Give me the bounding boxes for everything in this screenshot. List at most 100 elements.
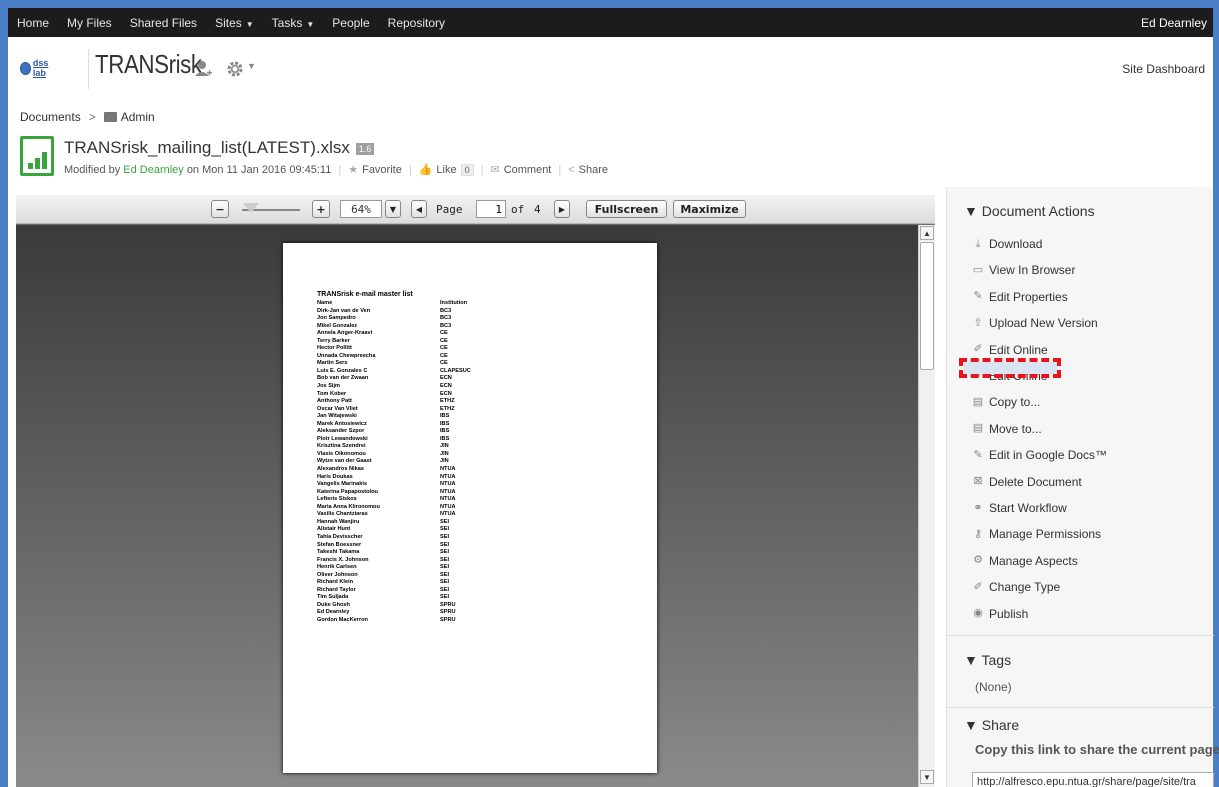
table-row: Vangelis Marinakis NTUA [317,481,471,489]
zoom-in-button[interactable]: + [312,200,330,218]
document-actions-heading[interactable]: ▼ Document Actions [964,203,1095,219]
modifier-link[interactable]: Ed Dearnley [123,164,184,176]
cell-institution: CE [440,345,448,352]
breadcrumb-documents[interactable]: Documents [20,110,81,124]
viewer-canvas[interactable]: TRANSrisk e-mail master list Name Instit… [16,225,918,787]
share-action[interactable]: Share [579,164,608,176]
table-row: Luis E. Gonzales C CLAPESUC [317,368,471,376]
cell-institution: SEI [440,564,450,571]
tags-heading[interactable]: ▼ Tags [964,652,1011,668]
action-change-type[interactable]: ✐ Change Type [971,580,1060,594]
cell-institution: IBS [440,435,450,442]
action-delete-document[interactable]: ⊠ Delete Document [971,475,1081,489]
user-menu[interactable]: Ed Dearnley [1141,16,1207,30]
table-row: Oliver Johnson SEI [317,572,471,580]
table-row: Dirk-Jan van de Ven BC3 [317,308,471,316]
scroll-down-arrow[interactable]: ▼ [920,770,934,784]
next-page-button[interactable]: ▶ [554,200,570,218]
cell-name: Piotr Lewandowski [317,435,368,442]
google-docs-icon: ✎ [973,448,983,461]
like-action[interactable]: Like [436,164,456,176]
nav-repository[interactable]: Repository [379,16,454,30]
document-viewer: − + 64% ▼ ◀ Page of 4 ▶ Fullscreen Maxim… [16,195,935,787]
zoom-out-button[interactable]: − [211,200,229,218]
cell-name: Wytze van der Gaast [317,458,372,465]
action-download[interactable]: ⤓ Download [971,237,1043,251]
site-logo[interactable]: dss lab [20,58,58,78]
action-edit-online[interactable]: ✐ Edit Online [971,343,1047,357]
cell-institution: SEI [440,533,450,540]
sheet-table: Name Institution Dirk-Jan van de Ven BC3 J… [317,300,471,625]
tags-value: (None) [975,680,1012,694]
cell-institution: SEI [440,556,450,563]
action-view-in-browser[interactable]: ▭ View In Browser [971,263,1076,277]
panel-divider [947,707,1214,708]
table-row: Hannah Wanjiru SEI [317,519,471,527]
page-of-label: of [511,203,525,216]
table-row: Lefteris Siskos NTUA [317,496,471,504]
cell-name: Aleksander Szpor [317,428,365,435]
action-copy-to[interactable]: ▤ Copy to... [971,395,1041,409]
nav-tasks[interactable]: Tasks ▼ [263,16,324,30]
cell-name: Tom Kober [317,390,347,397]
action-label: Manage Aspects [989,553,1078,568]
add-member-icon[interactable] [193,59,213,79]
cell-institution: SEI [440,586,450,593]
comment-icon: ✉ [490,164,500,176]
chevron-down-icon: ▼ [245,19,254,29]
action-publish[interactable]: ◉ Publish [971,607,1028,621]
action-manage-aspects[interactable]: ⚙ Manage Aspects [971,554,1078,568]
cell-name: Haris Doukas [317,473,353,480]
chevron-down-icon: ▼ [389,204,397,214]
site-dashboard-link[interactable]: Site Dashboard [1122,62,1205,76]
nav-sites[interactable]: Sites ▼ [206,16,263,30]
action-label: Edit in Google Docs™ [989,448,1108,463]
nav-my-files[interactable]: My Files [58,16,121,30]
action-start-workflow[interactable]: ⚭ Start Workflow [971,501,1066,515]
favorite-action[interactable]: Favorite [362,164,402,176]
scroll-up-arrow[interactable]: ▲ [920,226,934,240]
zoom-menu-button[interactable]: ▼ [385,200,401,218]
page-number-input[interactable] [476,200,506,218]
document-meta: Modified by Ed Dearnley on Mon 11 Jan 20… [64,163,609,176]
table-row: Takeshi Takama SEI [317,549,471,557]
fullscreen-button[interactable]: Fullscreen [586,200,667,218]
scrollbar-thumb[interactable] [920,242,934,370]
document-title: TRANSrisk_mailing_list(LATEST).xlsx 1.6 [64,138,375,158]
maximize-button[interactable]: Maximize [673,200,746,218]
cell-institution: NTUA [440,466,456,473]
breadcrumb-admin[interactable]: Admin [121,110,155,124]
zoom-slider-handle[interactable] [243,203,259,213]
cell-name: Tahia Devisscher [317,533,363,540]
table-row: Vasilis Chantziaras NTUA [317,511,471,519]
action-label: Download [989,237,1043,251]
cell-institution: SPRU [440,616,456,623]
action-edit-in-google-docs[interactable]: ✎ Edit in Google Docs™ [971,448,1107,462]
share-heading[interactable]: ▼ Share [964,717,1019,733]
action-edit-properties[interactable]: ✎ Edit Properties [971,289,1068,304]
share-url-field[interactable] [972,772,1214,787]
viewer-scrollbar[interactable]: ▲ ▼ [918,225,935,787]
edit-properties-icon: ✎ [973,290,983,303]
action-manage-permissions[interactable]: ⚷ Manage Permissions [971,527,1101,541]
nav-home[interactable]: Home [8,16,58,30]
nav-people[interactable]: People [323,16,378,30]
action-upload-new-version[interactable]: ⇧ Upload New Version [971,316,1097,330]
comment-action[interactable]: Comment [504,164,552,176]
action-move-to[interactable]: ▤ Move to... [971,422,1042,436]
previous-page-button[interactable]: ◀ [411,200,427,218]
table-row: Jos Sijm ECN [317,383,471,391]
cell-name: Richard Klein [317,579,354,586]
zoom-level[interactable]: 64% [340,200,382,218]
cell-institution: CE [440,330,448,337]
gear-icon[interactable] [225,59,245,79]
cell-institution: SPRU [440,609,456,616]
nav-shared-files[interactable]: Shared Files [121,16,206,30]
cell-name: Vangelis Marinakis [317,481,368,488]
cell-institution: NTUA [440,473,456,480]
cell-name: Takeshi Takama [317,549,360,556]
action-label: Edit Properties [989,289,1068,304]
upload-icon: ⇧ [973,316,983,329]
cell-name: Hannah Wanjiru [317,518,360,525]
cell-name: Unnada Chewpreecha [317,352,376,359]
